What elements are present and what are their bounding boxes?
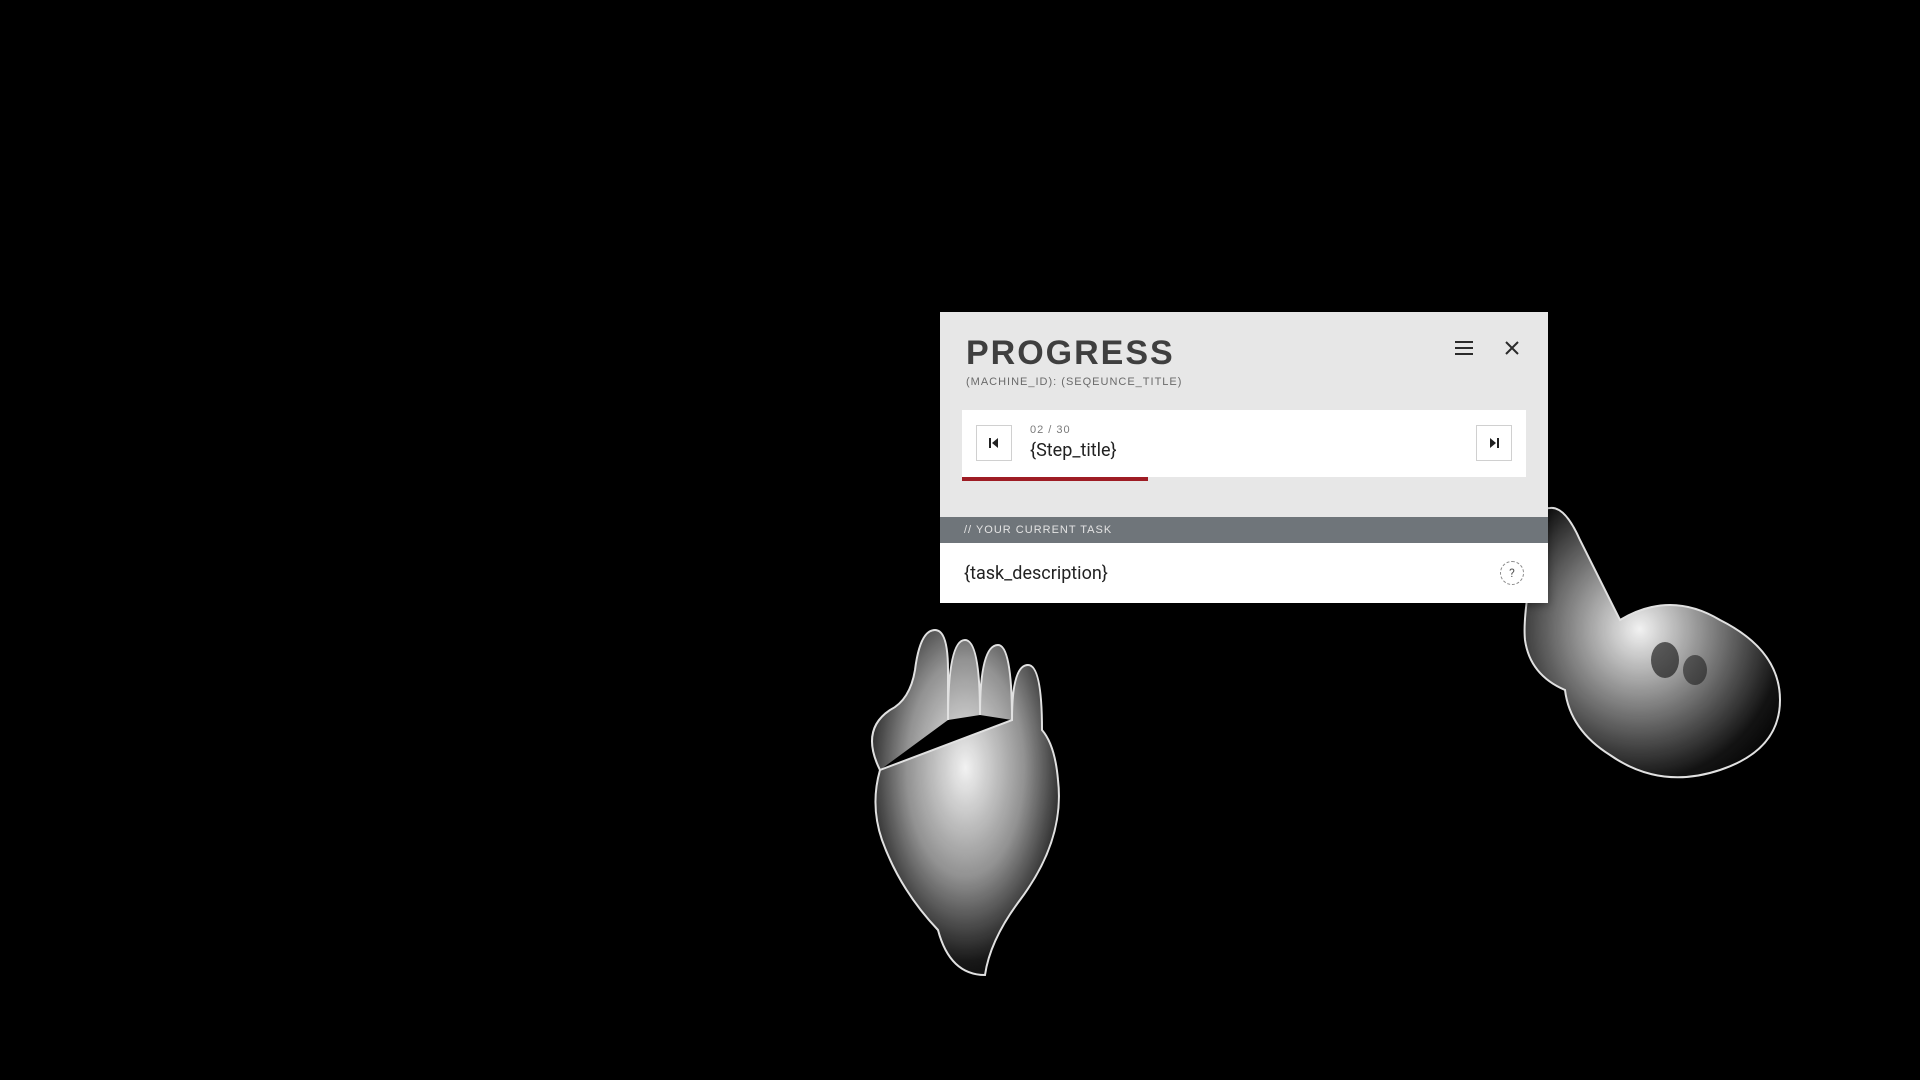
step-title: {Step_title} [1030, 440, 1476, 461]
task-description: {task_description} [964, 563, 1500, 584]
hand-left-decoration [820, 610, 1100, 990]
next-step-button[interactable] [1476, 425, 1512, 461]
progress-track [962, 477, 1526, 481]
panel-title: PROGRESS [966, 336, 1182, 370]
help-button[interactable]: ? [1500, 561, 1524, 585]
panel-subtitle: (MACHINE_ID): (SEQEUNCE_TITLE) [966, 376, 1182, 388]
task-bar-label: // YOUR CURRENT TASK [940, 517, 1548, 543]
panel-header: PROGRESS (MACHINE_ID): (SEQEUNCE_TITLE) [940, 312, 1548, 404]
task-body: {task_description} ? [940, 543, 1548, 603]
step-count: 02 / 30 [1030, 424, 1476, 436]
step-card: 02 / 30 {Step_title} [962, 410, 1526, 479]
prev-step-button[interactable] [976, 425, 1012, 461]
progress-fill [962, 477, 1148, 481]
close-icon[interactable] [1502, 338, 1522, 358]
menu-icon[interactable] [1454, 338, 1474, 358]
progress-panel: PROGRESS (MACHINE_ID): (SEQEUNCE_TITLE) … [940, 312, 1548, 603]
